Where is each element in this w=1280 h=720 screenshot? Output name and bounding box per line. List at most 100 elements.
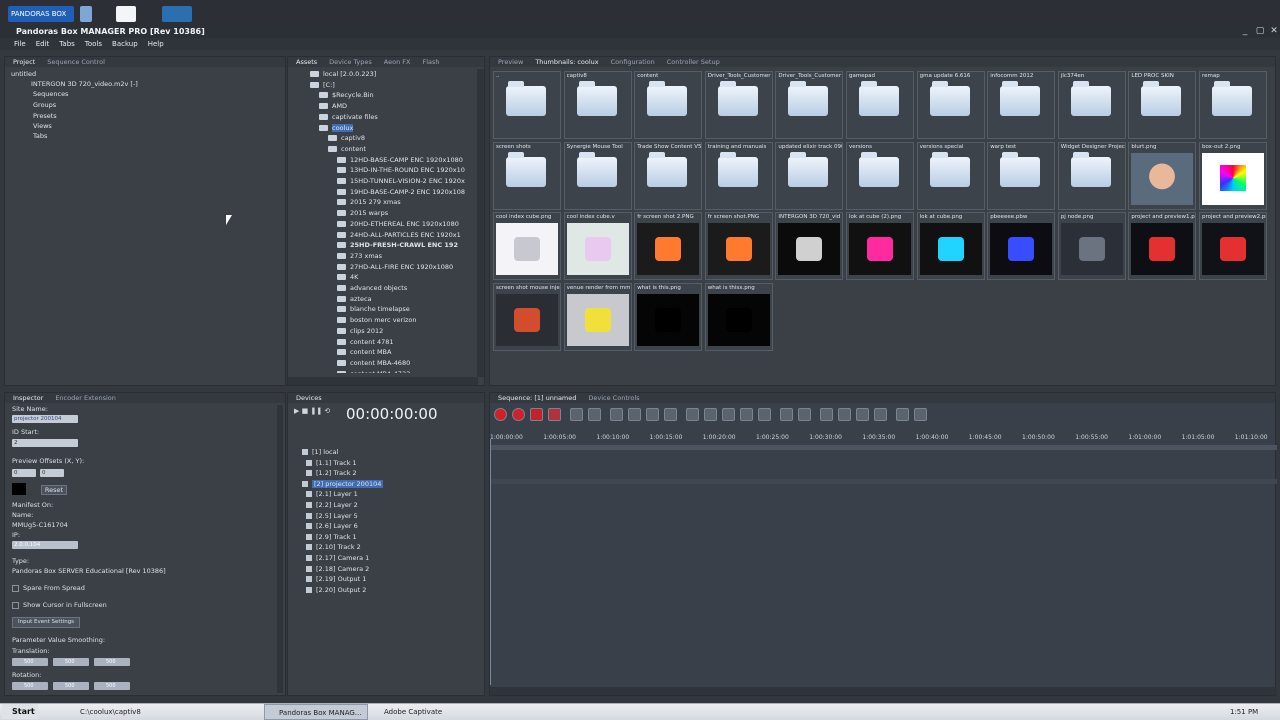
menu-file[interactable]: File [14,38,26,50]
asset-tree-item[interactable]: coolux [319,123,354,133]
color-swatch[interactable] [12,483,26,495]
tab-project[interactable]: Project [13,57,35,67]
reset-button[interactable]: Reset [41,485,67,495]
thumbnail-item[interactable]: project and preview1.pn [1128,212,1197,280]
bracket-right-icon[interactable] [704,408,717,421]
thumbnail-item[interactable]: Trade Show Content V5 [634,141,703,210]
asset-tree-item[interactable]: 27HD-ALL-FIRE ENC 1920x1080 [337,262,453,272]
thumbnail-item[interactable]: venue render from mmL [563,282,632,351]
asset-tree-item[interactable]: 15HD-TUNNEL-VISION-2 ENC 1920x [337,176,465,186]
device-tree-item[interactable]: [2.10] Track 2 [306,542,361,552]
thumbnail-item[interactable]: Driver_Tools_Customer [704,71,773,139]
stop-record-icon[interactable] [530,408,543,421]
thumbnail-item[interactable]: Synergie Mouse Tool [563,141,632,210]
asset-tree-item[interactable]: 2015 warps [337,208,388,218]
tab-sequence-control[interactable]: Sequence Control [47,57,105,67]
thumbnail-item[interactable]: box-out 2.png [1199,141,1267,210]
tool-1-icon[interactable] [570,408,583,421]
tab-sequence[interactable]: Sequence: [1] unnamed [498,393,576,403]
asset-tree-item[interactable]: 13HD-IN-THE-ROUND ENC 1920x10 [337,165,465,175]
device-tree-item[interactable]: [1.2] Track 2 [306,468,357,478]
thumbnail-item[interactable]: versions [846,141,914,210]
translation-y-field[interactable]: 500 [53,658,89,666]
asset-tree-item[interactable]: content MBA-4733 [337,369,410,373]
offset-x-field[interactable]: 0 [12,469,36,477]
marker-4-icon[interactable] [874,408,887,421]
asset-tree-item[interactable]: 273 xmas [337,251,382,261]
thumbnail-item[interactable]: Driver_Tools_Customer [775,71,844,139]
thumbnail-item[interactable]: pbeeeee.pbw [987,212,1056,280]
asset-tree-item[interactable]: 20HD-ETHEREAL ENC 1920x1080 [337,219,459,229]
thumbnail-item[interactable]: LED PROC SKIN [1128,71,1197,139]
thumbnail-item[interactable]: remap [1199,71,1267,139]
thumbnail-item[interactable]: pj node.png [1057,212,1126,280]
tab-devices[interactable]: Devices [296,393,322,403]
document-icon[interactable] [116,6,136,22]
tree-item-tabs[interactable]: Tabs [33,131,47,141]
asset-tree-item[interactable]: 12HD-BASE-CAMP ENC 1920x1080 [337,155,463,165]
tab-assets[interactable]: Assets [296,57,317,67]
device-tree-item[interactable]: [2.19] Output 1 [306,574,366,584]
asset-tree-item[interactable]: local [2.0.0.223] [310,69,376,79]
device-tree-item[interactable]: [2.17] Camera 1 [306,553,369,563]
maximize-icon[interactable]: ▢ [1253,25,1267,38]
thumbnail-item[interactable]: training and manuals [704,141,773,210]
app-icon[interactable] [80,6,92,22]
device-tree-item[interactable]: [2.2] Layer 2 [306,500,358,510]
sequence-h-scrollbar[interactable] [490,687,1277,695]
tool-11-icon[interactable] [798,408,811,421]
thumbnail-item[interactable]: lok at cube (2).png [846,212,914,280]
tree-item-sequences[interactable]: Sequences [33,89,68,99]
minimize-icon[interactable]: _ [1238,25,1252,38]
thumbnail-item[interactable]: captiv8 [563,71,632,139]
thumbnail-item[interactable]: INTERGON 3D 720_vid [775,212,844,280]
thumbnail-item[interactable]: project and preview2.pn [1199,212,1267,280]
device-tree-item[interactable]: [1.1] Track 1 [306,458,357,468]
assets-h-scrollbar[interactable] [288,377,478,385]
taskbar-adobe-captivate[interactable]: Adobe Captivate [370,704,476,720]
asset-tree-item[interactable]: advanced objects [337,283,407,293]
rotation-y-field[interactable]: 500 [53,682,89,690]
tool-10-icon[interactable] [780,408,793,421]
thumbnail-item[interactable]: updated elixir track 0904 [775,141,844,210]
rotation-x-field[interactable]: 500 [12,682,48,690]
tab-thumbnails[interactable]: Thumbnails: coolux [535,57,598,67]
marker-2-icon[interactable] [838,408,851,421]
menu-edit[interactable]: Edit [36,38,50,50]
asset-tree-item[interactable]: [C:] [310,80,335,90]
tree-item-presets[interactable]: Presets [33,111,57,121]
thumbnail-item[interactable]: .. [493,71,561,139]
tab-controller-setup[interactable]: Controller Setup [667,57,720,67]
thumbnail-item[interactable]: screen shots [493,141,561,210]
thumbnail-item[interactable]: infocomm 2012 [987,71,1056,139]
thumbnail-item[interactable]: gamepad [846,71,914,139]
input-event-settings-button[interactable]: Input Event Settings [12,617,80,628]
taskbar-pandoras-box[interactable]: Pandoras Box MANAG... [264,704,368,720]
start-button[interactable]: Start [2,704,38,719]
asset-tree-item[interactable]: 4K [337,272,358,282]
transport-controls[interactable]: ▶ ■ ❚❚ ⟲ [294,407,344,417]
thumbnail-item[interactable]: cool index cube.png [493,212,561,280]
device-tree-item[interactable]: [2.5] Layer 5 [306,511,358,521]
record-all-icon[interactable] [548,408,561,421]
tab-device-types[interactable]: Device Types [329,57,372,67]
tree-item-groups[interactable]: Groups [33,100,56,110]
tab-aeon-fx[interactable]: Aeon FX [384,57,411,67]
menu-backup[interactable]: Backup [112,38,138,50]
taskbar-explorer[interactable]: C:\coolux\captiv8 [66,704,174,720]
bracket-left-icon[interactable] [686,408,699,421]
inspector-scrollbar[interactable] [277,405,283,693]
asset-tree-item[interactable]: 19HD-BASE-CAMP-2 ENC 1920x108 [337,187,465,197]
tool-2-icon[interactable] [588,408,601,421]
thumbnail-item[interactable]: warp test [987,141,1056,210]
asset-tree-item[interactable]: azteca [337,294,372,304]
spare-checkbox[interactable] [12,585,19,592]
device-tree-item[interactable]: [2] projector 200104 [302,479,384,489]
asset-tree-item[interactable]: AMD [319,101,347,111]
asset-tree-item[interactable]: content MBA [337,347,391,357]
tree-item-views[interactable]: Views [33,121,52,131]
tab-inspector[interactable]: Inspector [13,393,43,403]
rotation-z-field[interactable]: 500 [94,682,130,690]
tool-9-icon[interactable] [758,408,771,421]
device-tree-item[interactable]: [2.18] Camera 2 [306,564,369,574]
